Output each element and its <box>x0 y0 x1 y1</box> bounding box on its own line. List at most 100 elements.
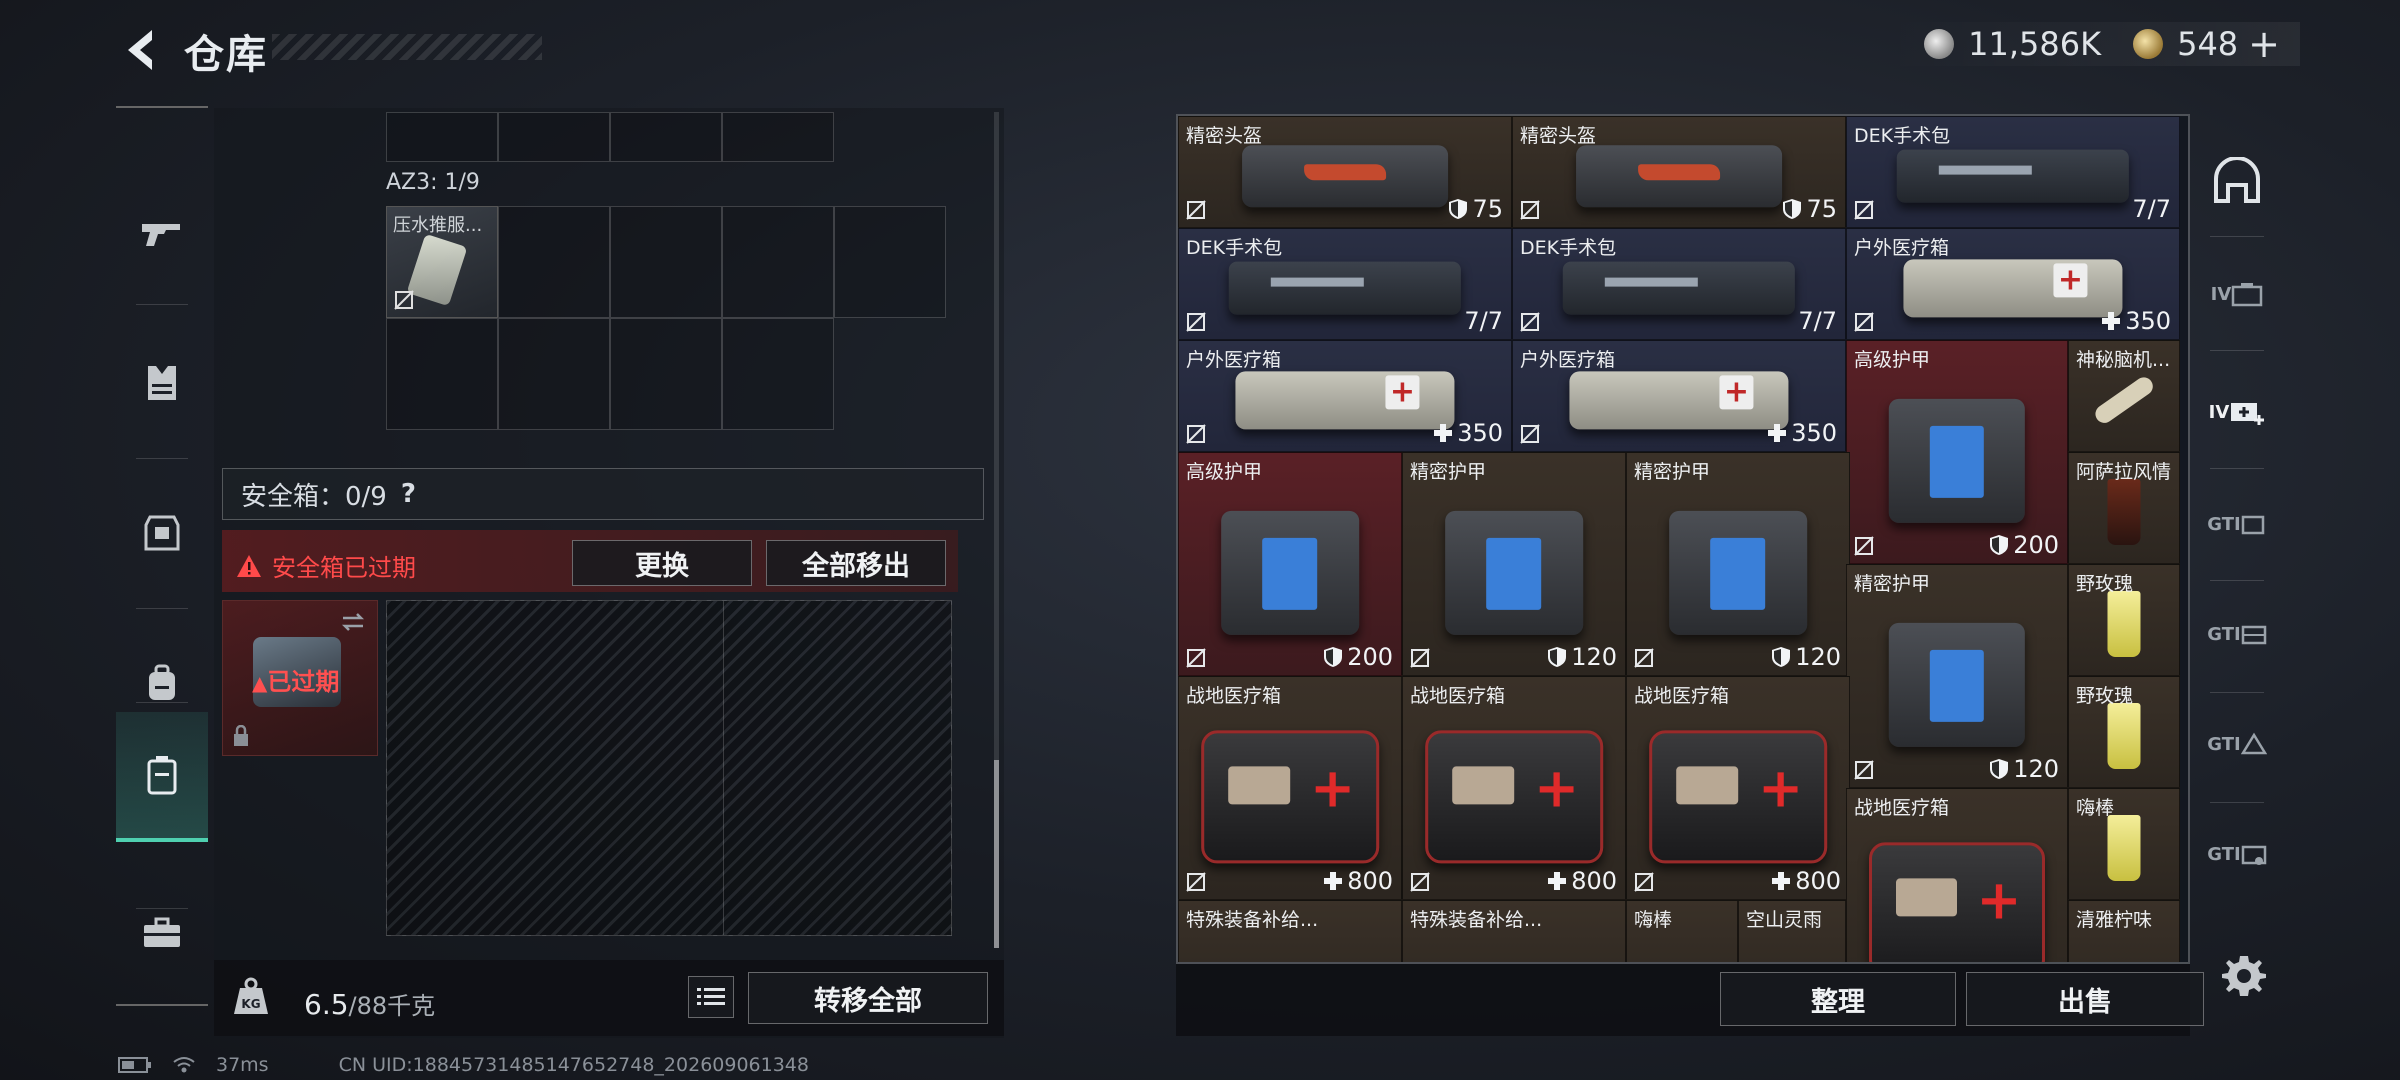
inventory-item[interactable]: 精密头盔 75 <box>1512 116 1846 228</box>
grid-slot[interactable] <box>386 112 498 162</box>
transfer-all-button[interactable]: 转移全部 <box>748 972 988 1024</box>
item-value-text: 120 <box>1795 643 1841 671</box>
inventory-item[interactable]: DEK手术包 7/7 <box>1846 116 2180 228</box>
expired-label: ▲已过期 <box>252 668 340 696</box>
health-plus-icon <box>1324 872 1343 890</box>
inventory-item[interactable]: 空山灵雨 <box>1738 900 1846 962</box>
grid-slot[interactable] <box>498 206 610 318</box>
az3-item[interactable]: 压水推服... <box>386 206 498 318</box>
expired-warning: 安全箱已过期 <box>236 548 416 583</box>
item-value: 800 <box>1771 867 1841 895</box>
gti-icon: GTI <box>2207 513 2241 535</box>
toolbox-icon <box>144 917 180 947</box>
status-line: 37ms CN UID:18845731485147652748_2026090… <box>118 1054 809 1076</box>
inventory-item[interactable]: 阿萨拉风情 <box>2068 452 2180 564</box>
inventory-item[interactable]: DEK手术包 7/7 <box>1178 228 1512 340</box>
item-value-text: 350 <box>2125 307 2171 335</box>
grid-slot[interactable] <box>610 206 722 318</box>
item-value: 120 <box>1989 755 2059 783</box>
battery-icon <box>118 1057 151 1073</box>
grid-slot[interactable] <box>722 112 834 162</box>
replace-button[interactable]: 更换 <box>572 540 752 586</box>
item-art <box>1649 730 1827 864</box>
category-gti-2[interactable]: GTI <box>2196 584 2278 684</box>
add-currency-button[interactable]: + <box>2248 22 2280 66</box>
category-tier-iv-medical[interactable]: IV <box>2196 362 2278 462</box>
inventory-item[interactable]: 特殊装备补给... <box>1178 900 1402 962</box>
grid-slot[interactable] <box>498 112 610 162</box>
health-plus-icon <box>1768 424 1787 442</box>
item-art <box>1221 510 1359 636</box>
inventory-item[interactable]: 战地医疗箱 800 <box>1402 676 1626 900</box>
inventory-item[interactable]: 清雅柠味 <box>2068 900 2180 962</box>
inventory-item[interactable]: 神秘脑机... <box>2068 340 2180 452</box>
nav-safebox[interactable] <box>116 712 208 842</box>
grid-slot[interactable] <box>386 318 498 430</box>
item-art <box>1888 622 2026 748</box>
inventory-item[interactable]: 高级护甲 200 <box>1846 340 2068 564</box>
inventory-item[interactable]: DEK手术包 7/7 <box>1512 228 1846 340</box>
grid-slot[interactable] <box>722 206 834 318</box>
item-name: 野玫瑰 <box>2076 573 2134 595</box>
inventory-item[interactable]: 户外医疗箱 350 <box>1512 340 1846 452</box>
inventory-item[interactable]: 精密护甲 120 <box>1402 452 1626 676</box>
nav-weapon[interactable] <box>116 168 208 298</box>
inventory-item[interactable]: 精密头盔 75 <box>1178 116 1512 228</box>
category-gti-4[interactable]: GTI <box>2196 804 2278 904</box>
category-gti-1[interactable]: GTI <box>2196 474 2278 574</box>
grid-slot[interactable] <box>498 318 610 430</box>
inventory-item[interactable]: 高级护甲 200 <box>1178 452 1402 676</box>
shield-icon <box>1548 647 1567 667</box>
back-arrow-icon[interactable] <box>118 24 162 76</box>
shield-icon <box>1783 199 1802 219</box>
inventory-item[interactable]: 嗨棒 <box>2068 788 2180 900</box>
inventory-item[interactable]: 精密护甲 120 <box>1626 452 1850 676</box>
category-gti-3[interactable]: GTI <box>2196 694 2278 794</box>
gti-triangle-icon <box>2240 732 2267 755</box>
category-tier-iv[interactable]: IV <box>2196 244 2278 344</box>
inventory-item[interactable]: 野玫瑰 <box>2068 676 2180 788</box>
nav-vest[interactable] <box>116 318 208 448</box>
item-name: 特殊装备补给... <box>1186 909 1319 931</box>
inventory-item[interactable]: 战地医疗箱 800 <box>1626 676 1850 900</box>
item-value-text: 200 <box>2013 531 2059 559</box>
no-trade-icon <box>1854 312 1874 332</box>
grid-slot[interactable] <box>722 318 834 430</box>
grid-slot[interactable] <box>610 318 722 430</box>
item-art <box>1896 149 2130 203</box>
item-value: 350 <box>2101 307 2171 335</box>
grid-slot[interactable] <box>610 112 722 162</box>
nav-toolbox[interactable] <box>116 868 208 998</box>
inventory-item[interactable]: 精密护甲 120 <box>1846 564 2068 788</box>
no-trade-icon <box>1186 424 1206 444</box>
nav-armor[interactable] <box>116 468 208 598</box>
inventory-item[interactable]: 野玫瑰 <box>2068 564 2180 676</box>
category-bunker[interactable] <box>2196 130 2278 230</box>
inventory-item[interactable]: 战地医疗箱 800 <box>1178 676 1402 900</box>
organize-button[interactable]: 整理 <box>1720 972 1956 1026</box>
no-trade-icon <box>1854 536 1874 556</box>
item-value: 200 <box>1323 643 1393 671</box>
grid-slot[interactable] <box>834 206 946 318</box>
settings-gear-icon[interactable] <box>2220 952 2268 1000</box>
inventory-item[interactable]: 特殊装备补给... <box>1402 900 1626 962</box>
left-scrollbar-thumb[interactable] <box>994 760 999 948</box>
inventory-item[interactable]: 嗨棒 <box>1626 900 1738 962</box>
no-trade-icon <box>1634 648 1654 668</box>
left-nav <box>116 106 208 1006</box>
move-all-out-button[interactable]: 全部移出 <box>766 540 946 586</box>
item-value-text: 75 <box>1472 195 1503 223</box>
inventory-item[interactable]: 战地医疗箱 <box>1846 788 2068 962</box>
inventory-item[interactable]: 户外医疗箱 350 <box>1846 228 2180 340</box>
sell-button[interactable]: 出售 <box>1966 972 2204 1026</box>
help-button[interactable]: ? <box>401 479 416 509</box>
inventory-item[interactable]: 户外医疗箱 350 <box>1178 340 1512 452</box>
item-name: 高级护甲 <box>1186 461 1263 483</box>
ping: 37ms <box>216 1054 269 1076</box>
no-trade-icon <box>1854 200 1874 220</box>
gold-coin-icon <box>2133 29 2164 59</box>
list-view-button[interactable] <box>688 976 734 1018</box>
item-name: 高级护甲 <box>1854 349 1931 371</box>
item-art <box>1669 510 1807 636</box>
swap-icon[interactable] <box>339 611 367 633</box>
